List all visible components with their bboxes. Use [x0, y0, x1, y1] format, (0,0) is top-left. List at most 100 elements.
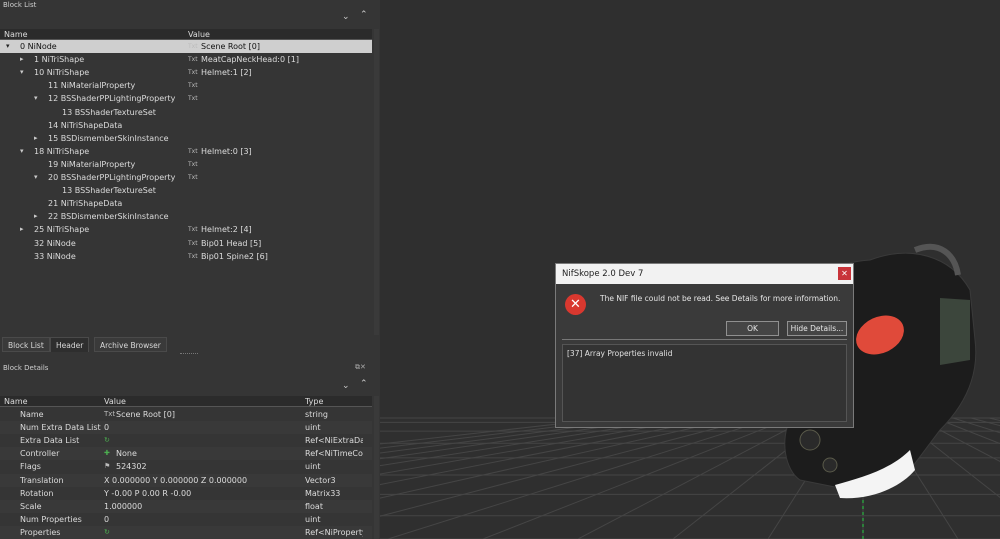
details-row[interactable]: Name Txt Scene Root [0] string	[0, 408, 372, 421]
tree-row-name: 0 NiNode	[20, 42, 57, 51]
block-details-table: Name Txt Scene Root [0] string Num Extra Dat…	[0, 408, 372, 539]
tree-row-name: 32 NiNode	[34, 238, 76, 248]
tree-row-name: 20 BSShaderPPLightingProperty	[48, 173, 176, 182]
hide-details-button[interactable]: Hide Details...	[787, 321, 847, 336]
tree-row[interactable]: ▸ 22 BSDismemberSkinInstance	[0, 210, 372, 223]
link-ref-icon: ↻	[104, 436, 110, 445]
block-details-title: Block Details	[3, 364, 49, 372]
ok-button[interactable]: OK	[726, 321, 779, 336]
field-name: Translation	[20, 475, 64, 485]
field-value[interactable]: 524302	[116, 460, 147, 473]
expand-arrow-icon[interactable]: ▸	[34, 210, 38, 223]
collapse-arrow-icon[interactable]: ▾	[6, 40, 10, 53]
tree-scrollbar[interactable]	[374, 29, 379, 335]
tree-row[interactable]: ▾ 18 NiTriShape Txt Helmet:0 [3]	[0, 145, 372, 158]
tree-row-name: 33 NiNode	[34, 251, 76, 261]
details-collapse-icon[interactable]: ⌄	[342, 381, 350, 391]
tree-row[interactable]: 32 NiNode Txt Bip01 Head [5]	[0, 237, 372, 250]
tree-row[interactable]: 21 NiTriShapeData	[0, 197, 372, 210]
details-col-name[interactable]: Name	[4, 397, 28, 406]
field-type: Ref<NiProperty>	[305, 527, 363, 537]
tree-row-value: Scene Root [0]	[201, 42, 260, 51]
tree-row[interactable]: ▸ 25 NiTriShape Txt Helmet:2 [4]	[0, 223, 372, 236]
collapse-arrow-icon[interactable]: ▾	[34, 92, 38, 105]
splitter-handle[interactable]	[180, 353, 198, 354]
expand-arrow-icon[interactable]: ▸	[20, 53, 24, 66]
field-name: Controller	[20, 449, 60, 459]
tree-row[interactable]: 11 NiMaterialProperty Txt	[0, 79, 372, 92]
block-list-title: Block List	[3, 1, 37, 9]
details-textarea[interactable]: [37] Array Properties invalid	[562, 344, 847, 422]
tree-row[interactable]: ▾ 10 NiTriShape Txt Helmet:1 [2]	[0, 66, 372, 79]
field-value[interactable]: None	[116, 447, 137, 460]
expand-all-icon[interactable]: ⌃	[360, 10, 368, 20]
link-ref-icon: ↻	[104, 527, 110, 536]
field-type: Ref<NiTimeController>	[305, 449, 363, 459]
tab-archive-browser[interactable]: Archive Browser	[94, 337, 167, 352]
field-name: Properties	[20, 527, 61, 537]
field-value[interactable]: 0	[104, 421, 109, 434]
tree-row-name: 12 BSShaderPPLightingProperty	[48, 94, 176, 104]
text-value-icon: Txt	[188, 82, 198, 90]
tree-row-value: Helmet:1 [2]	[201, 68, 252, 78]
details-row[interactable]: Translation X 0.000000 Y 0.000000 Z 0.000…	[0, 473, 372, 487]
error-icon: ✕	[565, 294, 586, 315]
details-col-type[interactable]: Type	[305, 397, 323, 406]
tree-row[interactable]: 13 BSShaderTextureSet	[0, 106, 372, 119]
tree-row[interactable]: ▾ 12 BSShaderPPLightingProperty Txt	[0, 92, 372, 105]
field-type: Ref<NiExtraData>	[305, 436, 363, 446]
collapse-arrow-icon[interactable]: ▾	[20, 145, 24, 158]
field-value[interactable]: Y -0.00 P 0.00 R -0.00	[104, 487, 191, 500]
details-row[interactable]: Scale 1.000000 float	[0, 499, 372, 513]
tree-row[interactable]: ▸ 15 BSDismemberSkinInstance	[0, 132, 372, 145]
tree-row-value: Helmet:2 [4]	[201, 225, 252, 235]
text-value-icon: Txt	[188, 95, 198, 103]
field-type: string	[305, 410, 328, 419]
details-row[interactable]: Flags ⚑ 524302 uint	[0, 460, 372, 473]
tree-row-name: 13 BSShaderTextureSet	[62, 186, 156, 196]
tab-header[interactable]: Header	[50, 337, 90, 352]
tree-row[interactable]: 19 NiMaterialProperty Txt	[0, 158, 372, 171]
collapse-arrow-icon[interactable]: ▾	[20, 66, 24, 79]
field-value[interactable]: X 0.000000 Y 0.000000 Z 0.000000	[104, 474, 247, 487]
tree-row[interactable]: ▾ 0 NiNode Txt Scene Root [0]	[0, 40, 372, 53]
field-value[interactable]: Scene Root [0]	[116, 408, 175, 421]
field-type: uint	[305, 423, 321, 433]
details-row[interactable]: Controller ✚ None Ref<NiTimeController>	[0, 447, 372, 461]
details-row[interactable]: Properties ↻ Ref<NiProperty>	[0, 525, 372, 539]
tree-row-name: 22 BSDismemberSkinInstance	[48, 212, 169, 222]
field-value[interactable]: 0	[104, 513, 109, 526]
text-value-icon: Txt	[188, 43, 198, 50]
field-type: Vector3	[305, 475, 336, 485]
details-scrollbar[interactable]	[374, 396, 379, 539]
error-dialog: NifSkope 2.0 Dev 7 ✕ ✕ The NIF file coul…	[555, 263, 854, 428]
field-name: Name	[20, 410, 44, 419]
collapse-all-icon[interactable]: ⌄	[342, 12, 350, 22]
field-name: Scale	[20, 501, 42, 511]
details-row[interactable]: Rotation Y -0.00 P 0.00 R -0.00 Matrix33	[0, 487, 372, 500]
close-icon[interactable]: ✕	[838, 267, 851, 280]
tree-row-value: Bip01 Head [5]	[201, 238, 262, 248]
details-row[interactable]: Num Extra Data List 0 uint	[0, 421, 372, 435]
field-value[interactable]: 1.000000	[104, 500, 142, 513]
col-value-header[interactable]: Value	[188, 30, 210, 39]
dock-float-close-icon[interactable]: ⧉✕	[355, 363, 366, 372]
expand-arrow-icon[interactable]: ▸	[34, 132, 38, 145]
col-name-header[interactable]: Name	[4, 30, 28, 39]
tree-row-name: 18 NiTriShape	[34, 146, 90, 156]
tree-row[interactable]: 33 NiNode Txt Bip01 Spine2 [6]	[0, 250, 372, 263]
tree-row[interactable]: ▾ 20 BSShaderPPLightingProperty Txt	[0, 171, 372, 184]
details-row[interactable]: Extra Data List ↻ Ref<NiExtraData>	[0, 434, 372, 447]
tree-row[interactable]: 13 BSShaderTextureSet	[0, 184, 372, 197]
text-value-icon: Txt	[188, 252, 198, 260]
details-row[interactable]: Num Properties 0 uint	[0, 513, 372, 526]
collapse-arrow-icon[interactable]: ▾	[34, 171, 38, 184]
tree-row[interactable]: 14 NiTriShapeData	[0, 119, 372, 132]
expand-arrow-icon[interactable]: ▸	[20, 223, 24, 236]
tree-row[interactable]: ▸ 1 NiTriShape Txt MeatCapNeckHead:0 [1]	[0, 53, 372, 66]
details-expand-icon[interactable]: ⌃	[360, 379, 368, 389]
details-col-value[interactable]: Value	[104, 397, 126, 406]
tree-row-name: 19 NiMaterialProperty	[48, 159, 136, 169]
tree-row-name: 25 NiTriShape	[34, 225, 90, 235]
tab-block-list[interactable]: Block List	[2, 337, 50, 352]
